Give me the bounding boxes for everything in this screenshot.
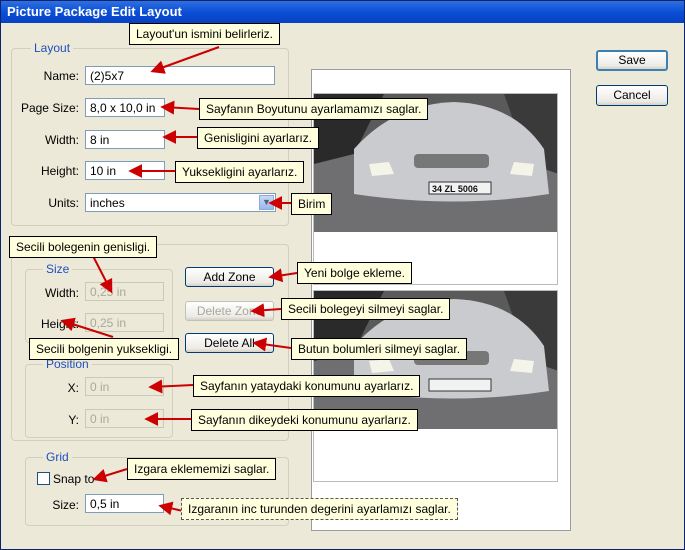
plate-text-1: 34 ZL 5006 <box>432 184 478 194</box>
zone-height-label: Height: <box>40 317 79 331</box>
callout-delete-all: Butun bolumleri silmeyi saglar. <box>291 338 468 360</box>
y-input[interactable]: 0 in <box>85 409 164 428</box>
zone-width-label: Width: <box>44 286 79 300</box>
preview-zone-1[interactable]: 34 ZL 5006 <box>313 93 558 285</box>
units-select[interactable]: inches ▼ <box>85 193 276 212</box>
grid-size-label: Size: <box>52 498 79 512</box>
zone-width-input[interactable]: 0,25 in <box>85 282 164 301</box>
chevron-down-icon[interactable]: ▼ <box>259 195 274 210</box>
callout-units: Birim <box>291 193 333 215</box>
snap-checkbox[interactable] <box>37 472 50 485</box>
page-size-label: Page Size: <box>20 101 79 115</box>
callout-zone-height: Secili bolgenin yuksekligi. <box>29 338 180 360</box>
units-label: Units: <box>48 196 79 210</box>
callout-height: Yuksekligini ayarlarız. <box>175 161 305 183</box>
callout-name: Layout'un ismini belirleriz. <box>129 23 281 45</box>
callout-page-size: Sayfanın Boyutunu ayarlamamızı saglar. <box>199 98 429 120</box>
layout-legend: Layout <box>31 41 74 55</box>
units-value: inches <box>90 196 125 210</box>
callout-zone-width: Secili bolegenin genisligi. <box>9 236 158 258</box>
y-label: Y: <box>68 413 79 427</box>
height-input[interactable]: 10 in <box>85 161 165 180</box>
x-input[interactable]: 0 in <box>85 377 164 396</box>
cancel-button[interactable]: Cancel <box>596 85 668 106</box>
callout-grid-size: Izgaranın inc turunden degerini ayarlamı… <box>181 498 458 520</box>
window-title: Picture Package Edit Layout <box>7 4 182 19</box>
grid-legend: Grid <box>43 450 72 464</box>
width-label: Width: <box>44 133 79 147</box>
callout-snap: Izgara eklememizi saglar. <box>127 458 277 480</box>
callout-delete-zone: Secili bolegeyi silmeyi saglar. <box>281 298 451 320</box>
delete-all-button[interactable]: Delete All <box>185 333 274 353</box>
grid-size-input[interactable]: 0,5 in <box>85 494 164 513</box>
snap-label: Snap to <box>53 472 95 486</box>
add-zone-button[interactable]: Add Zone <box>185 267 274 287</box>
callout-y: Sayfanın dikeydeki konumunu ayarlarız. <box>191 409 418 431</box>
name-input[interactable]: (2)5x7 <box>85 66 275 85</box>
callout-x: Sayfanın yataydaki konumunu ayarlarız. <box>193 375 421 397</box>
page-size-input[interactable]: 8,0 x 10,0 in <box>85 98 165 117</box>
size-legend: Size <box>43 262 73 276</box>
delete-zone-button[interactable]: Delete Zone <box>185 301 274 321</box>
callout-add-zone: Yeni bolge ekleme. <box>297 262 412 284</box>
height-label: Height: <box>40 164 79 178</box>
x-label: X: <box>67 381 79 395</box>
dialog-window: Picture Package Edit Layout Layout Name:… <box>0 0 685 550</box>
name-label: Name: <box>43 69 79 83</box>
callout-width: Genisligini ayarlarız. <box>197 127 320 149</box>
title-bar[interactable]: Picture Package Edit Layout <box>1 1 684 23</box>
width-input[interactable]: 8 in <box>85 130 165 149</box>
zone-height-input[interactable]: 0,25 in <box>85 313 164 332</box>
save-button[interactable]: Save <box>596 50 668 71</box>
